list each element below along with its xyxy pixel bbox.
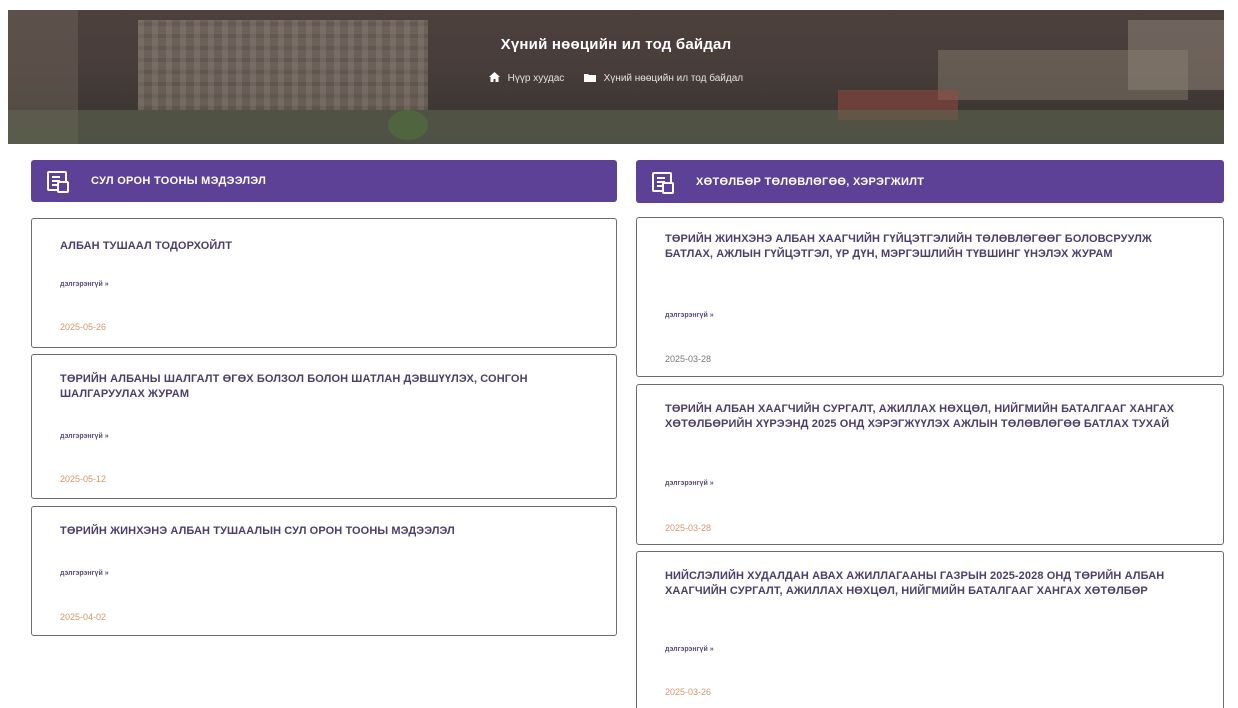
list-item: ТӨРИЙН ЖИНХЭНЭ АЛБАН ТУШААЛЫН СУЛ ОРОН Т… [31,506,617,636]
item-date: 2025-03-28 [665,354,712,364]
breadcrumb-current: Хүний нөөцийн ил тод байдал [603,73,744,84]
item-title-link[interactable]: ТӨРИЙН ЖИНХЭНЭ АЛБАН ХААГЧИЙН ГҮЙЦЭТГЭЛИ… [665,232,1195,262]
folder-icon [583,73,596,85]
item-date: 2025-04-02 [60,612,107,622]
read-more-link[interactable]: дэлгэрэнгүй » [665,312,714,319]
list-item: ТӨРИЙН АЛБАНЫ ШАЛГАЛТ ӨГӨХ БОЛЗОЛ БОЛОН … [31,354,617,499]
list-item: АЛБАН ТУШААЛ ТОДОРХОЙЛТ дэлгэрэнгүй » 20… [31,218,617,348]
document-icon [47,171,69,193]
item-title-link[interactable]: ТӨРИЙН ЖИНХЭНЭ АЛБАН ТУШААЛЫН СУЛ ОРОН Т… [60,524,588,539]
read-more-link[interactable]: дэлгэрэнгүй » [665,646,714,653]
item-title-link[interactable]: АЛБАН ТУШААЛ ТОДОРХОЙЛТ [60,239,588,254]
item-date: 2025-03-28 [665,523,712,533]
list-item: ТӨРИЙН АЛБАН ХААГЧИЙН СУРГАЛТ, АЖИЛЛАХ Н… [636,384,1224,545]
program-plan-section: ХӨТӨЛБӨР ТӨЛӨВЛӨГӨӨ, ХЭРЭГЖИЛТ ТӨРИЙН ЖИ… [636,160,1224,708]
breadcrumb-home-link[interactable]: Нүүр хуудас [508,73,565,84]
section-title: ХӨТӨЛБӨР ТӨЛӨВЛӨГӨӨ, ХЭРЭГЖИЛТ [696,175,925,188]
list-item: ТӨРИЙН ЖИНХЭНЭ АЛБАН ХААГЧИЙН ГҮЙЦЭТГЭЛИ… [636,217,1224,377]
item-date: 2025-05-26 [60,322,107,332]
item-title-link[interactable]: ТӨРИЙН АЛБАН ХААГЧИЙН СУРГАЛТ, АЖИЛЛАХ Н… [665,402,1195,432]
item-title-link[interactable]: НИЙСЛЭЛИЙН ХУДАЛДАН АВАХ АЖИЛЛАГААНЫ ГАЗ… [665,569,1195,599]
item-date: 2025-05-12 [60,474,107,484]
hero-bg-ground [8,110,1224,144]
vacancy-section: СУЛ ОРОН ТООНЫ МЭДЭЭЛЭЛ АЛБАН ТУШААЛ ТОД… [31,160,617,636]
page-title: Хүний нөөцийн ил тод байдал [500,36,732,53]
breadcrumb: Нүүр хуудас Хүний нөөцийн ил тод байдал [8,72,1224,85]
hero-bg-tree [388,110,428,140]
section-header-vacancy: СУЛ ОРОН ТООНЫ МЭДЭЭЛЭЛ [31,160,617,202]
read-more-link[interactable]: дэлгэрэнгүй » [60,570,109,577]
section-header-program: ХӨТӨЛБӨР ТӨЛӨВЛӨГӨӨ, ХЭРЭГЖИЛТ [636,160,1224,203]
document-icon [652,171,674,194]
read-more-link[interactable]: дэлгэрэнгүй » [60,433,109,440]
item-date: 2025-03-26 [665,687,712,697]
hero-bg-building [138,20,428,110]
item-title-link[interactable]: ТӨРИЙН АЛБАНЫ ШАЛГАЛТ ӨГӨХ БОЛЗОЛ БОЛОН … [60,372,588,402]
section-title: СУЛ ОРОН ТООНЫ МЭДЭЭЛЭЛ [91,175,267,187]
read-more-link[interactable]: дэлгэрэнгүй » [665,480,714,487]
list-item: НИЙСЛЭЛИЙН ХУДАЛДАН АВАХ АЖИЛЛАГААНЫ ГАЗ… [636,551,1224,708]
hero-banner: Хүний нөөцийн ил тод байдал Нүүр хуудас … [8,10,1224,144]
home-icon [488,72,500,85]
read-more-link[interactable]: дэлгэрэнгүй » [60,281,109,288]
